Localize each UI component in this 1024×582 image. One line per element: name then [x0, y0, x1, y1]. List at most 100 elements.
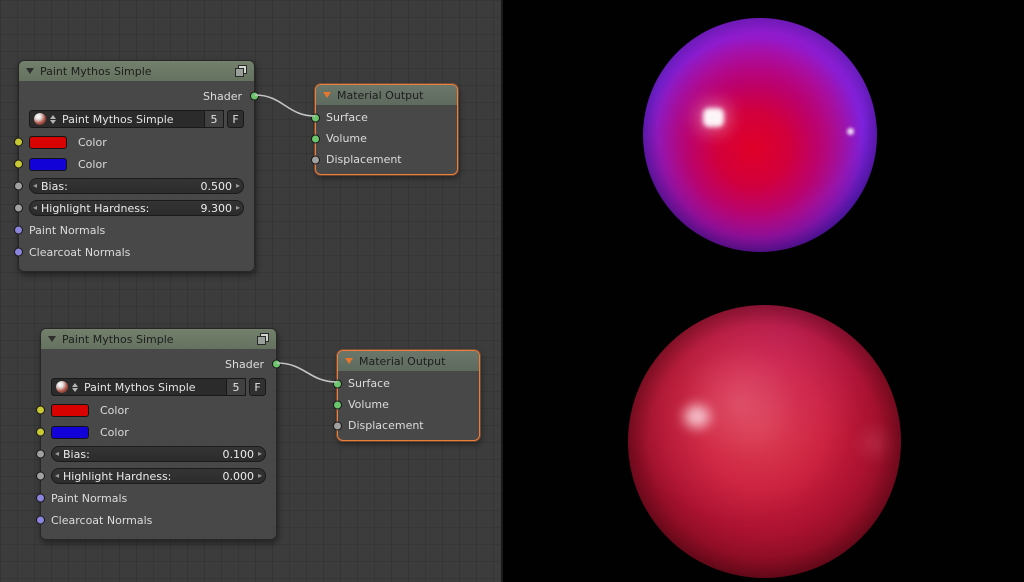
vector-input-socket[interactable]	[36, 494, 45, 503]
render-preview	[503, 0, 1024, 582]
material-sphere-icon	[56, 381, 68, 393]
vector-input-label: Paint Normals	[29, 224, 105, 237]
group-datablock-icon	[257, 333, 269, 345]
specular-highlight	[703, 108, 724, 127]
displacement-input-socket[interactable]	[333, 421, 342, 430]
highlight-hardness-row: ◂ Highlight Hardness: 0.000 ▸	[41, 465, 276, 487]
color-input-socket[interactable]	[14, 160, 23, 169]
vector-input-label: Clearcoat Normals	[51, 514, 152, 527]
node-header[interactable]: Material Output	[316, 85, 457, 105]
collapse-arrow-icon[interactable]	[345, 358, 353, 364]
users-count-button[interactable]: 5	[204, 110, 224, 128]
bias-row: ◂ Bias: 0.100 ▸	[41, 443, 276, 465]
bias-slider[interactable]: ◂ Bias: 0.500 ▸	[29, 178, 244, 194]
color-input-socket[interactable]	[14, 138, 23, 147]
node-header[interactable]: Paint Mythos Simple	[41, 329, 276, 349]
displacement-label: Displacement	[326, 153, 402, 166]
vector-input-socket[interactable]	[14, 248, 23, 257]
shader-output-row: Shader	[19, 85, 254, 107]
node-link	[277, 363, 337, 382]
specular-highlight	[847, 128, 854, 135]
vector-input-socket[interactable]	[36, 516, 45, 525]
collapse-arrow-icon[interactable]	[48, 336, 56, 342]
color-label: Color	[100, 404, 129, 417]
volume-input-row: Volume	[338, 394, 479, 415]
bias-slider[interactable]: ◂ Bias: 0.100 ▸	[51, 446, 266, 462]
preview-sphere-matte	[628, 305, 901, 578]
users-count-button[interactable]: 5	[226, 378, 246, 396]
slider-increase-icon[interactable]: ▸	[236, 204, 240, 212]
displacement-input-socket[interactable]	[311, 155, 320, 164]
preview-sphere-glossy	[643, 18, 877, 252]
shader-output-label: Shader	[203, 90, 242, 103]
surface-input-socket[interactable]	[311, 113, 320, 122]
material-selector[interactable]: Paint Mythos Simple 5	[29, 110, 224, 128]
value-input-socket[interactable]	[14, 204, 23, 213]
displacement-label: Displacement	[348, 419, 424, 432]
color-swatch-blue[interactable]	[51, 426, 89, 439]
material-output-node-1[interactable]: Material Output Surface Volume Displacem…	[315, 84, 458, 175]
node-editor[interactable]: Paint Mythos Simple Shader Paint Mythos …	[0, 0, 503, 582]
surface-input-socket[interactable]	[333, 379, 342, 388]
volume-input-socket[interactable]	[333, 400, 342, 409]
color-input-socket[interactable]	[36, 406, 45, 415]
material-name: Paint Mythos Simple	[60, 113, 200, 126]
shader-output-label: Shader	[225, 358, 264, 371]
vector-input-row: Paint Normals	[19, 219, 254, 241]
node-header[interactable]: Paint Mythos Simple	[19, 61, 254, 81]
browse-arrows-icon[interactable]	[72, 383, 78, 392]
slider-value: 0.100	[223, 448, 255, 461]
node-header[interactable]: Material Output	[338, 351, 479, 371]
specular-highlight	[684, 405, 710, 428]
color-swatch-red[interactable]	[51, 404, 89, 417]
material-name: Paint Mythos Simple	[82, 381, 222, 394]
color-label: Color	[78, 136, 107, 149]
collapse-arrow-icon[interactable]	[26, 68, 34, 74]
collapse-arrow-icon[interactable]	[323, 92, 331, 98]
material-selector[interactable]: Paint Mythos Simple 5	[51, 378, 246, 396]
highlight-hardness-slider[interactable]: ◂ Highlight Hardness: 0.000 ▸	[51, 468, 266, 484]
shader-node-1[interactable]: Paint Mythos Simple Shader Paint Mythos …	[18, 60, 255, 272]
slider-label: Bias:	[41, 180, 201, 193]
fake-user-button[interactable]: F	[249, 378, 266, 396]
surface-label: Surface	[326, 111, 368, 124]
fake-user-button[interactable]: F	[227, 110, 244, 128]
vector-input-row: Paint Normals	[41, 487, 276, 509]
color-swatch-blue[interactable]	[29, 158, 67, 171]
vector-input-socket[interactable]	[14, 226, 23, 235]
specular-highlight	[864, 433, 884, 453]
slider-increase-icon[interactable]: ▸	[258, 450, 262, 458]
surface-input-row: Surface	[316, 107, 457, 128]
color-input-row: Color	[41, 421, 276, 443]
value-input-socket[interactable]	[36, 450, 45, 459]
datablock-row: Paint Mythos Simple 5 F	[41, 375, 276, 399]
vector-input-row: Clearcoat Normals	[41, 509, 276, 531]
material-output-node-2[interactable]: Material Output Surface Volume Displacem…	[337, 350, 480, 441]
shader-output-socket[interactable]	[250, 92, 259, 101]
slider-increase-icon[interactable]: ▸	[258, 472, 262, 480]
vector-input-label: Paint Normals	[51, 492, 127, 505]
browse-arrows-icon[interactable]	[50, 115, 56, 124]
volume-input-socket[interactable]	[311, 134, 320, 143]
value-input-socket[interactable]	[14, 182, 23, 191]
shader-node-2[interactable]: Paint Mythos Simple Shader Paint Mythos …	[40, 328, 277, 540]
slider-decrease-icon[interactable]: ◂	[55, 472, 59, 480]
shader-output-socket[interactable]	[272, 360, 281, 369]
slider-decrease-icon[interactable]: ◂	[33, 182, 37, 190]
color-swatch-red[interactable]	[29, 136, 67, 149]
color-input-socket[interactable]	[36, 428, 45, 437]
vector-input-row: Clearcoat Normals	[19, 241, 254, 263]
slider-decrease-icon[interactable]: ◂	[33, 204, 37, 212]
blender-window: Paint Mythos Simple Shader Paint Mythos …	[0, 0, 1024, 582]
node-title: Paint Mythos Simple	[62, 333, 174, 346]
slider-increase-icon[interactable]: ▸	[236, 182, 240, 190]
slider-label: Highlight Hardness:	[63, 470, 223, 483]
value-input-socket[interactable]	[36, 472, 45, 481]
slider-decrease-icon[interactable]: ◂	[55, 450, 59, 458]
color-label: Color	[100, 426, 129, 439]
slider-value: 0.000	[223, 470, 255, 483]
volume-label: Volume	[326, 132, 367, 145]
datablock-row: Paint Mythos Simple 5 F	[19, 107, 254, 131]
displacement-input-row: Displacement	[338, 415, 479, 436]
highlight-hardness-slider[interactable]: ◂ Highlight Hardness: 9.300 ▸	[29, 200, 244, 216]
